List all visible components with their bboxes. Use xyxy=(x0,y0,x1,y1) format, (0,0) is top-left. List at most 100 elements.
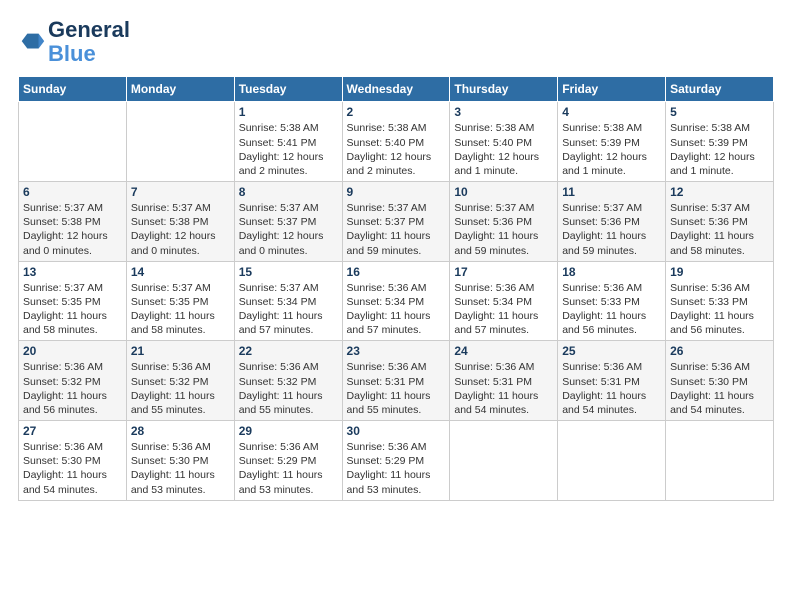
day-info: Sunrise: 5:36 AM Sunset: 5:34 PM Dayligh… xyxy=(347,281,446,338)
day-info: Sunrise: 5:36 AM Sunset: 5:29 PM Dayligh… xyxy=(239,440,338,497)
day-info: Sunrise: 5:37 AM Sunset: 5:35 PM Dayligh… xyxy=(131,281,230,338)
day-info: Sunrise: 5:36 AM Sunset: 5:33 PM Dayligh… xyxy=(670,281,769,338)
day-info: Sunrise: 5:38 AM Sunset: 5:40 PM Dayligh… xyxy=(454,121,553,178)
day-info: Sunrise: 5:36 AM Sunset: 5:31 PM Dayligh… xyxy=(562,360,661,417)
day-info: Sunrise: 5:38 AM Sunset: 5:40 PM Dayligh… xyxy=(347,121,446,178)
day-info: Sunrise: 5:36 AM Sunset: 5:32 PM Dayligh… xyxy=(239,360,338,417)
weekday-header-wednesday: Wednesday xyxy=(342,77,450,102)
day-info: Sunrise: 5:37 AM Sunset: 5:36 PM Dayligh… xyxy=(454,201,553,258)
day-info: Sunrise: 5:36 AM Sunset: 5:33 PM Dayligh… xyxy=(562,281,661,338)
day-number: 10 xyxy=(454,185,553,199)
calendar-cell: 19Sunrise: 5:36 AM Sunset: 5:33 PM Dayli… xyxy=(666,261,774,341)
day-info: Sunrise: 5:36 AM Sunset: 5:30 PM Dayligh… xyxy=(23,440,122,497)
calendar-cell: 26 Sunrise: 5:36 AM Sunset: 5:30 PM Dayli… xyxy=(666,341,774,421)
day-number: 18 xyxy=(562,265,661,279)
week-row-4: 20Sunrise: 5:36 AM Sunset: 5:32 PM Dayli… xyxy=(19,341,774,421)
day-number: 15 xyxy=(239,265,338,279)
day-number: 28 xyxy=(131,424,230,438)
day-number: 2 xyxy=(347,105,446,119)
calendar-cell: 22 Sunrise: 5:36 AM Sunset: 5:32 PM Dayli… xyxy=(234,341,342,421)
calendar-cell: 15 Sunrise: 5:37 AM Sunset: 5:34 PM Dayli… xyxy=(234,261,342,341)
calendar-cell: 16Sunrise: 5:36 AM Sunset: 5:34 PM Dayli… xyxy=(342,261,450,341)
day-info: Sunrise: 5:36 AM Sunset: 5:32 PM Dayligh… xyxy=(23,360,122,417)
calendar-cell: 17 Sunrise: 5:36 AM Sunset: 5:34 PM Dayli… xyxy=(450,261,558,341)
day-info: Sunrise: 5:36 AM Sunset: 5:30 PM Dayligh… xyxy=(670,360,769,417)
calendar-cell: 9 Sunrise: 5:37 AM Sunset: 5:37 PM Daylig… xyxy=(342,182,450,262)
day-number: 27 xyxy=(23,424,122,438)
calendar-cell: 7 Sunrise: 5:37 AM Sunset: 5:38 PM Daylig… xyxy=(126,182,234,262)
calendar-cell: 23 Sunrise: 5:36 AM Sunset: 5:31 PM Dayli… xyxy=(342,341,450,421)
weekday-header-saturday: Saturday xyxy=(666,77,774,102)
day-number: 6 xyxy=(23,185,122,199)
day-number: 25 xyxy=(562,344,661,358)
day-info: Sunrise: 5:37 AM Sunset: 5:37 PM Dayligh… xyxy=(347,201,446,258)
day-info: Sunrise: 5:37 AM Sunset: 5:38 PM Dayligh… xyxy=(23,201,122,258)
day-info: Sunrise: 5:37 AM Sunset: 5:36 PM Dayligh… xyxy=(562,201,661,258)
week-row-1: 1 Sunrise: 5:38 AM Sunset: 5:41 PM Daylig… xyxy=(19,102,774,182)
day-number: 23 xyxy=(347,344,446,358)
day-info: Sunrise: 5:38 AM Sunset: 5:39 PM Dayligh… xyxy=(562,121,661,178)
weekday-header-friday: Friday xyxy=(558,77,666,102)
day-info: Sunrise: 5:36 AM Sunset: 5:34 PM Dayligh… xyxy=(454,281,553,338)
weekday-row: SundayMondayTuesdayWednesdayThursdayFrid… xyxy=(19,77,774,102)
calendar-cell: 13 Sunrise: 5:37 AM Sunset: 5:35 PM Dayli… xyxy=(19,261,127,341)
calendar-cell: 21 Sunrise: 5:36 AM Sunset: 5:32 PM Dayli… xyxy=(126,341,234,421)
day-info: Sunrise: 5:37 AM Sunset: 5:38 PM Dayligh… xyxy=(131,201,230,258)
day-number: 5 xyxy=(670,105,769,119)
day-number: 7 xyxy=(131,185,230,199)
calendar-cell: 5 Sunrise: 5:38 AM Sunset: 5:39 PM Daylig… xyxy=(666,102,774,182)
day-info: Sunrise: 5:36 AM Sunset: 5:31 PM Dayligh… xyxy=(454,360,553,417)
day-number: 12 xyxy=(670,185,769,199)
day-number: 13 xyxy=(23,265,122,279)
day-info: Sunrise: 5:37 AM Sunset: 5:34 PM Dayligh… xyxy=(239,281,338,338)
calendar-cell xyxy=(558,421,666,501)
day-number: 30 xyxy=(347,424,446,438)
day-info: Sunrise: 5:36 AM Sunset: 5:32 PM Dayligh… xyxy=(131,360,230,417)
day-info: Sunrise: 5:38 AM Sunset: 5:39 PM Dayligh… xyxy=(670,121,769,178)
week-row-3: 13 Sunrise: 5:37 AM Sunset: 5:35 PM Dayli… xyxy=(19,261,774,341)
day-info: Sunrise: 5:37 AM Sunset: 5:35 PM Dayligh… xyxy=(23,281,122,338)
calendar-cell: 25 Sunrise: 5:36 AM Sunset: 5:31 PM Dayli… xyxy=(558,341,666,421)
weekday-header-sunday: Sunday xyxy=(19,77,127,102)
calendar-cell: 2 Sunrise: 5:38 AM Sunset: 5:40 PM Daylig… xyxy=(342,102,450,182)
day-number: 8 xyxy=(239,185,338,199)
calendar-cell xyxy=(450,421,558,501)
calendar-cell: 12 Sunrise: 5:37 AM Sunset: 5:36 PM Dayli… xyxy=(666,182,774,262)
calendar-cell xyxy=(19,102,127,182)
day-number: 26 xyxy=(670,344,769,358)
day-info: Sunrise: 5:37 AM Sunset: 5:36 PM Dayligh… xyxy=(670,201,769,258)
header: General Blue xyxy=(18,18,774,66)
calendar-cell: 1 Sunrise: 5:38 AM Sunset: 5:41 PM Daylig… xyxy=(234,102,342,182)
calendar-cell: 24 Sunrise: 5:36 AM Sunset: 5:31 PM Dayli… xyxy=(450,341,558,421)
calendar-cell xyxy=(666,421,774,501)
calendar-cell: 29Sunrise: 5:36 AM Sunset: 5:29 PM Dayli… xyxy=(234,421,342,501)
logo-icon xyxy=(18,28,46,56)
day-info: Sunrise: 5:36 AM Sunset: 5:29 PM Dayligh… xyxy=(347,440,446,497)
calendar-cell xyxy=(126,102,234,182)
day-number: 9 xyxy=(347,185,446,199)
calendar-cell: 6 Sunrise: 5:37 AM Sunset: 5:38 PM Daylig… xyxy=(19,182,127,262)
day-number: 24 xyxy=(454,344,553,358)
day-number: 11 xyxy=(562,185,661,199)
calendar-cell: 4Sunrise: 5:38 AM Sunset: 5:39 PM Daylig… xyxy=(558,102,666,182)
calendar-cell: 18 Sunrise: 5:36 AM Sunset: 5:33 PM Dayli… xyxy=(558,261,666,341)
weekday-header-thursday: Thursday xyxy=(450,77,558,102)
weekday-header-monday: Monday xyxy=(126,77,234,102)
calendar-cell: 3Sunrise: 5:38 AM Sunset: 5:40 PM Daylig… xyxy=(450,102,558,182)
week-row-5: 27 Sunrise: 5:36 AM Sunset: 5:30 PM Dayli… xyxy=(19,421,774,501)
calendar-cell: 30 Sunrise: 5:36 AM Sunset: 5:29 PM Dayli… xyxy=(342,421,450,501)
day-info: Sunrise: 5:36 AM Sunset: 5:31 PM Dayligh… xyxy=(347,360,446,417)
calendar-cell: 14Sunrise: 5:37 AM Sunset: 5:35 PM Dayli… xyxy=(126,261,234,341)
day-number: 17 xyxy=(454,265,553,279)
calendar-body: 1 Sunrise: 5:38 AM Sunset: 5:41 PM Daylig… xyxy=(19,102,774,500)
logo-text: General Blue xyxy=(48,18,130,66)
day-info: Sunrise: 5:38 AM Sunset: 5:41 PM Dayligh… xyxy=(239,121,338,178)
day-number: 22 xyxy=(239,344,338,358)
weekday-header-tuesday: Tuesday xyxy=(234,77,342,102)
calendar-cell: 10 Sunrise: 5:37 AM Sunset: 5:36 PM Dayli… xyxy=(450,182,558,262)
calendar-header: SundayMondayTuesdayWednesdayThursdayFrid… xyxy=(19,77,774,102)
day-number: 21 xyxy=(131,344,230,358)
calendar-cell: 20Sunrise: 5:36 AM Sunset: 5:32 PM Dayli… xyxy=(19,341,127,421)
day-number: 1 xyxy=(239,105,338,119)
week-row-2: 6 Sunrise: 5:37 AM Sunset: 5:38 PM Daylig… xyxy=(19,182,774,262)
